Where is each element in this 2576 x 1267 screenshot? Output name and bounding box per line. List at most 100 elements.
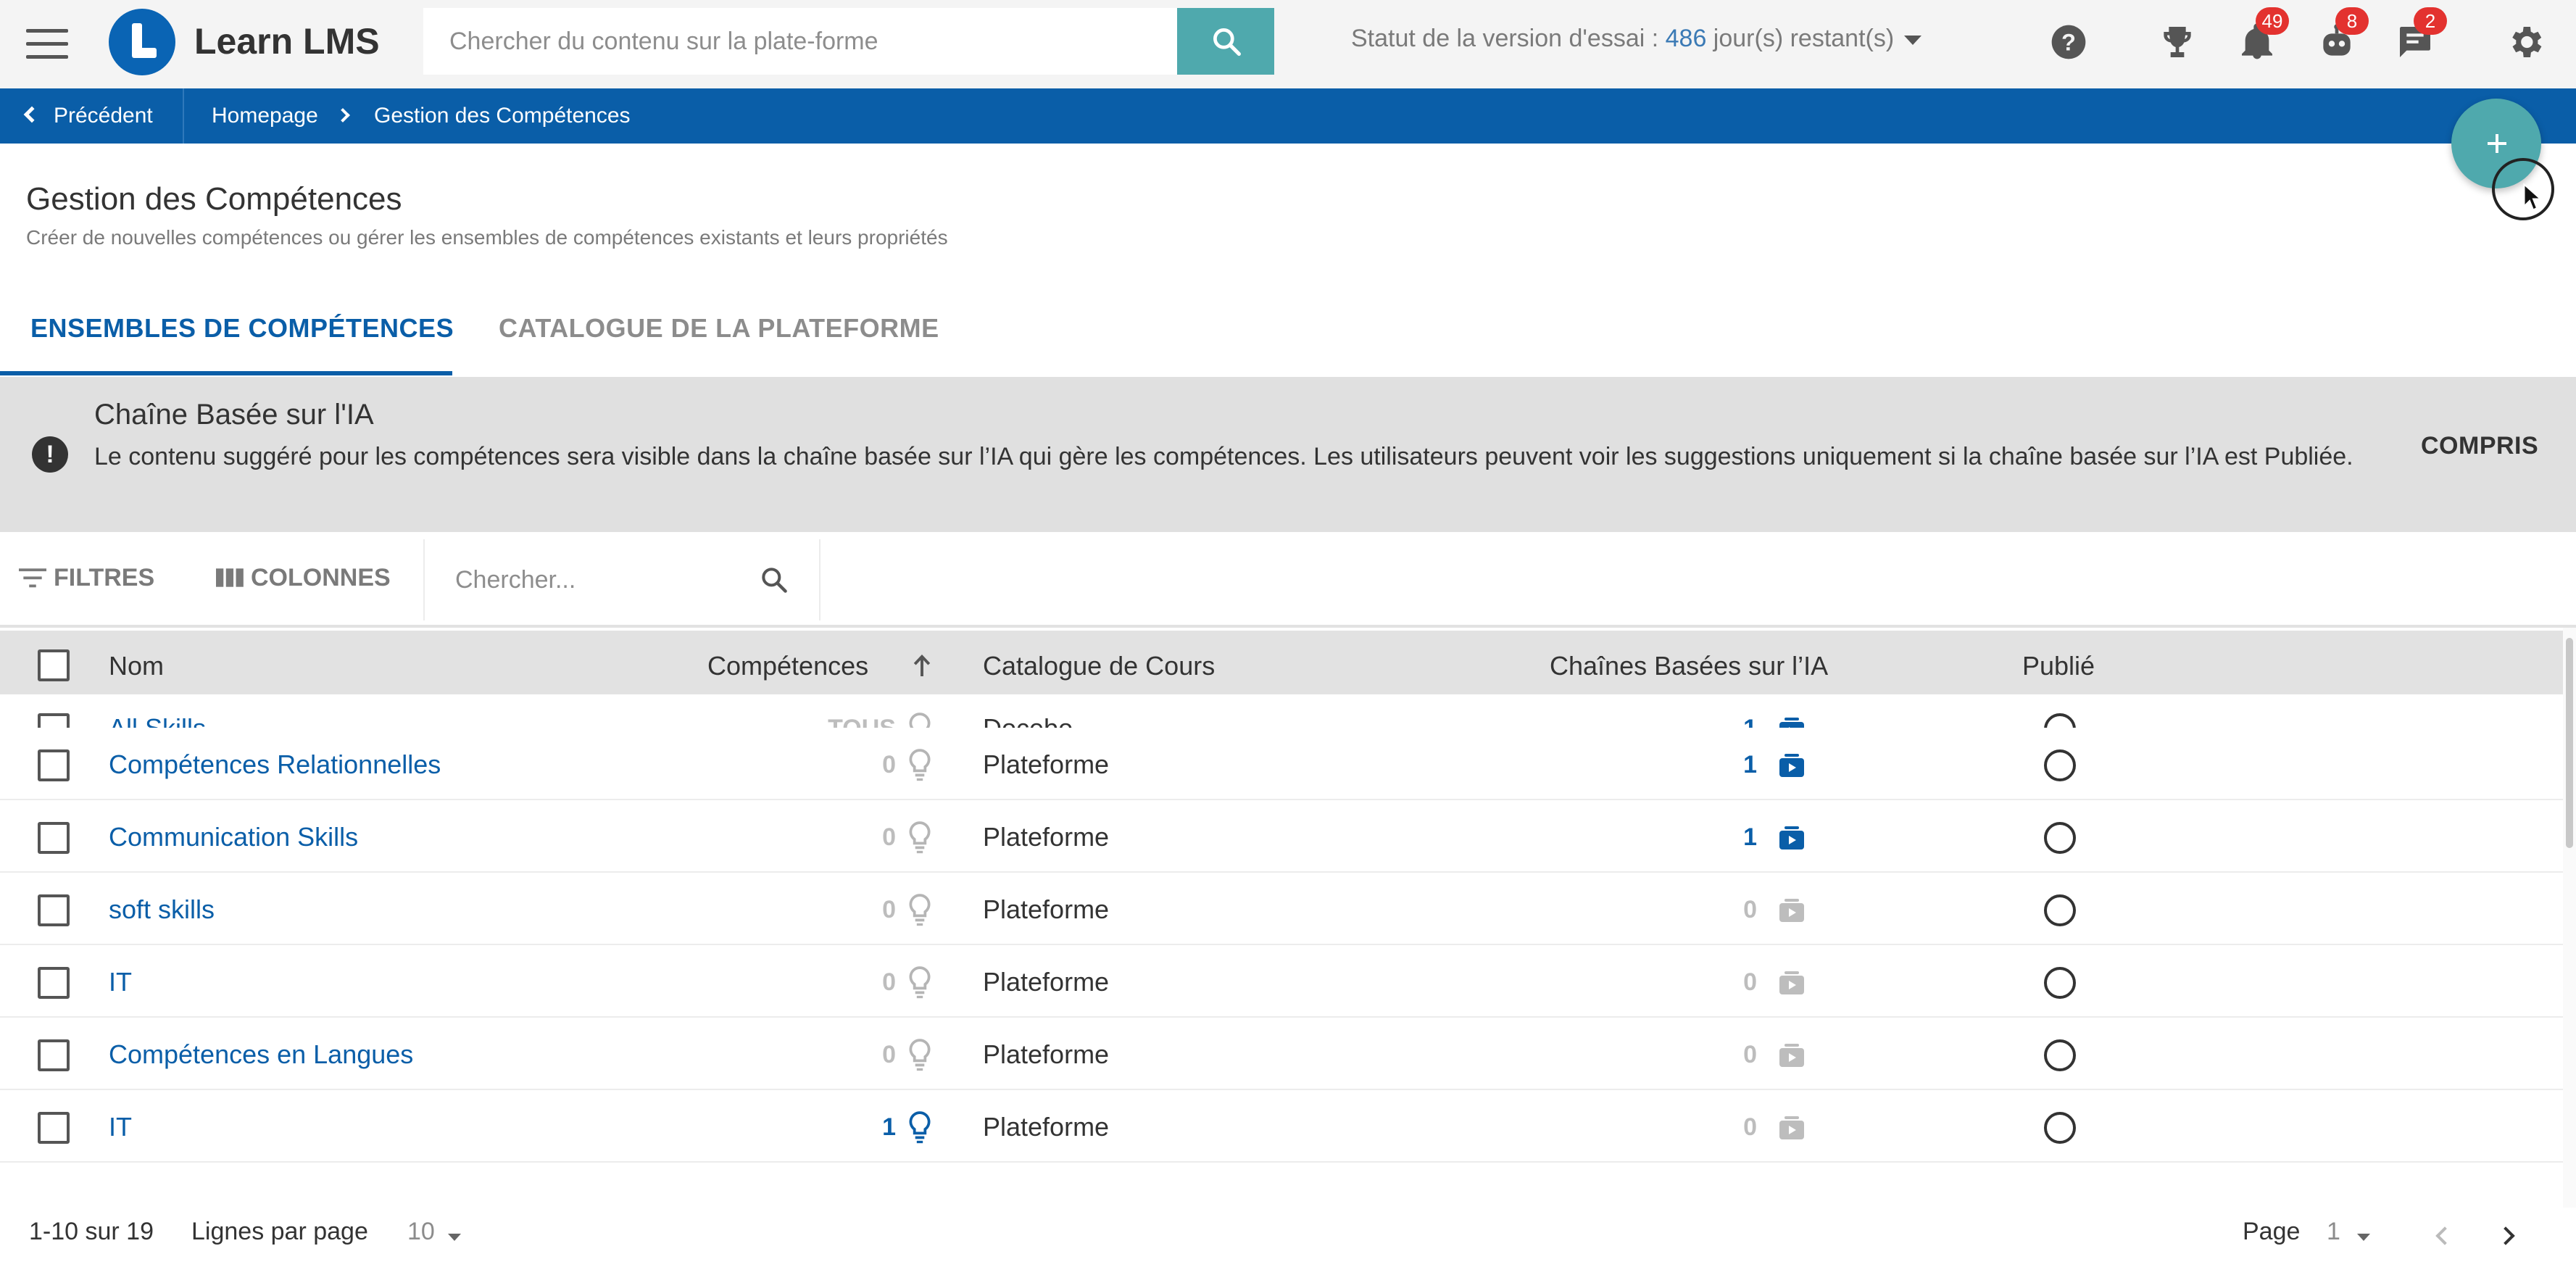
chat-icon[interactable]: 2	[2395, 7, 2447, 62]
cursor-icon	[2523, 183, 2543, 211]
published-radio[interactable]	[2044, 967, 2076, 999]
ai-channels-count[interactable]: 1	[1743, 823, 1757, 852]
ai-channels-count: 0	[1743, 1041, 1757, 1068]
bulb-icon	[909, 749, 931, 781]
global-search	[423, 8, 1177, 75]
table-row[interactable]: Communication Skills 0 Plateforme 1	[0, 800, 2563, 873]
help-icon[interactable]: ?	[2048, 22, 2089, 62]
skill-set-name-link[interactable]: Communication Skills	[109, 822, 358, 852]
table-row[interactable]: soft skills 0 Plateforme 0	[0, 873, 2563, 945]
row-checkbox[interactable]	[38, 1039, 70, 1071]
table-row[interactable]: Compétences en Langues 0 Plateforme 0	[0, 1018, 2563, 1090]
pagination-range: 1-10 sur 19	[29, 1218, 154, 1245]
skill-set-name-link[interactable]: Compétences en Langues	[109, 1039, 413, 1070]
global-search-input[interactable]	[449, 8, 1160, 75]
ai-channels-count[interactable]: 1	[1743, 751, 1757, 779]
skills-count: 0	[882, 823, 896, 851]
published-radio[interactable]	[2044, 894, 2076, 926]
table-row[interactable]: IT 0 Plateforme 0	[0, 945, 2563, 1018]
toolbar-divider	[819, 539, 820, 620]
published-radio[interactable]	[2044, 822, 2076, 854]
course-catalog: Plateforme	[983, 894, 1110, 924]
ai-channels-count: 0	[1743, 896, 1757, 923]
published-radio[interactable]	[2044, 1039, 2076, 1071]
active-tab-indicator	[0, 371, 452, 375]
app-name[interactable]: Learn LMS	[194, 20, 380, 62]
skills-count: 0	[882, 968, 896, 996]
pagination-footer: 1-10 sur 19 Lignes par page 10 Page 1	[0, 1208, 2576, 1267]
trial-suffix: jour(s) restant(s)	[1706, 25, 1895, 52]
course-catalog: Plateforme	[983, 1112, 1110, 1142]
column-header-ai-channels[interactable]: Chaînes Basées sur l’IA	[1550, 651, 1828, 681]
course-catalog: Plateforme	[983, 1039, 1110, 1069]
trophy-icon[interactable]	[2157, 22, 2198, 62]
course-catalog: Plateforme	[983, 749, 1110, 779]
ai-channels-count: 0	[1743, 1113, 1757, 1141]
column-header-published[interactable]: Publié	[2022, 651, 2095, 681]
messages-badge: 2	[2414, 7, 2447, 35]
tab-platform-catalog[interactable]: CATALOGUE DE LA PLATEFORME	[499, 313, 939, 344]
banner-title: Chaîne Basée sur l'IA	[94, 399, 374, 431]
columns-icon	[216, 568, 244, 587]
row-checkbox[interactable]	[38, 749, 70, 781]
skill-set-name-link[interactable]: IT	[109, 967, 132, 997]
skill-set-name-link[interactable]: Compétences Relationnelles	[109, 749, 441, 780]
bulb-icon	[909, 821, 931, 854]
table-search-input[interactable]	[455, 558, 745, 602]
ai-channel-icon[interactable]	[1777, 823, 1806, 852]
chevron-down-icon[interactable]	[2357, 1234, 2370, 1241]
sort-up-icon[interactable]	[912, 654, 932, 678]
published-radio[interactable]	[2044, 749, 2076, 781]
alert-icon: !	[32, 436, 68, 473]
search-icon[interactable]	[758, 564, 790, 596]
global-search-button[interactable]	[1177, 8, 1274, 75]
trial-status[interactable]: Statut de la version d'essai : 486 jour(…	[1351, 25, 1922, 53]
bulb-icon	[909, 1111, 931, 1144]
ai-channel-icon	[1779, 1116, 1804, 1139]
page-select[interactable]: 1	[2327, 1218, 2340, 1246]
skill-set-name-link[interactable]: IT	[109, 1112, 132, 1142]
table-row[interactable]: Compétences Relationnelles 0 Plateforme 1	[0, 728, 2563, 800]
bulb-icon	[909, 894, 931, 926]
row-checkbox[interactable]	[38, 822, 70, 854]
select-all-checkbox[interactable]	[38, 649, 70, 681]
bot-icon[interactable]: 8	[2317, 7, 2369, 62]
breadcrumb-home[interactable]: Homepage	[212, 88, 318, 144]
table-scrollbar-thumb[interactable]	[2566, 638, 2573, 848]
table-toolbar: FILTRES COLONNES	[0, 532, 2576, 628]
filters-button[interactable]: FILTRES	[19, 564, 154, 592]
gear-icon[interactable]	[2505, 22, 2546, 62]
previous-page-button[interactable]	[2435, 1226, 2454, 1245]
columns-button[interactable]: COLONNES	[216, 564, 391, 592]
breadcrumb: Précédent Homepage Gestion des Compétenc…	[0, 88, 2576, 144]
ai-channel-icon[interactable]	[1777, 751, 1806, 780]
ai-channel-icon	[1779, 899, 1804, 922]
column-header-catalog[interactable]: Catalogue de Cours	[983, 651, 1215, 681]
row-checkbox[interactable]	[38, 1112, 70, 1144]
tab-skill-sets[interactable]: ENSEMBLES DE COMPÉTENCES	[30, 313, 454, 344]
column-header-name[interactable]: Nom	[109, 651, 164, 681]
chevron-down-icon[interactable]	[448, 1234, 461, 1241]
logo-icon[interactable]	[109, 9, 175, 75]
table-row[interactable]: IT 1 Plateforme 0	[0, 1090, 2563, 1163]
column-header-skills[interactable]: Compétences	[707, 651, 868, 681]
next-page-button[interactable]	[2496, 1226, 2515, 1245]
published-radio[interactable]	[2044, 1112, 2076, 1144]
row-checkbox[interactable]	[38, 967, 70, 999]
rows-per-page-label: Lignes par page	[191, 1218, 368, 1245]
bot-badge: 8	[2335, 7, 2369, 35]
filter-icon	[19, 568, 46, 588]
rows-per-page-select[interactable]: 10	[407, 1218, 435, 1246]
toolbar-divider	[423, 539, 425, 620]
breadcrumb-current: Gestion des Compétences	[374, 104, 631, 128]
menu-icon[interactable]	[26, 29, 68, 59]
trial-prefix: Statut de la version d'essai :	[1351, 25, 1666, 52]
skill-set-name-link[interactable]: soft skills	[109, 894, 215, 925]
row-checkbox[interactable]	[38, 894, 70, 926]
bell-icon[interactable]: 49	[2237, 7, 2289, 62]
dismiss-banner-button[interactable]: COMPRIS	[2421, 432, 2538, 460]
search-icon	[1213, 28, 1241, 56]
bulb-icon	[909, 1039, 931, 1071]
filters-label: FILTRES	[54, 564, 155, 591]
back-button[interactable]: Précédent	[23, 88, 153, 144]
